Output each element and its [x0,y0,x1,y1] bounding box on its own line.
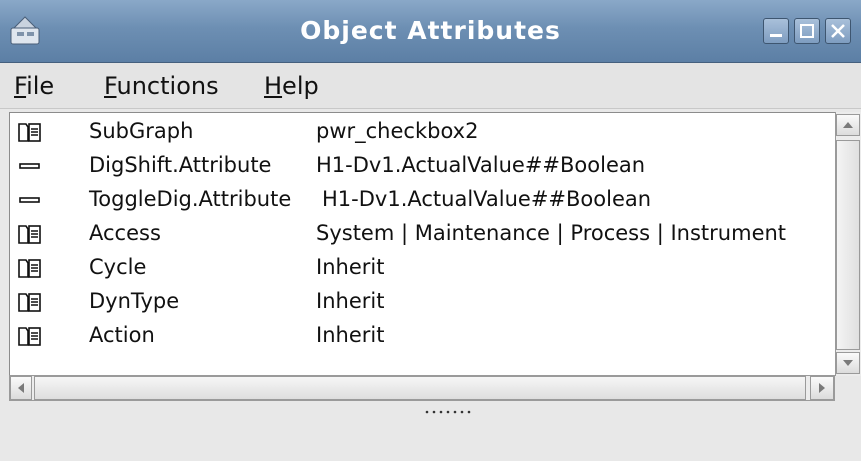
arrow-right-icon [819,383,825,393]
scroll-up-button[interactable] [836,114,860,136]
attribute-name: DynType [89,289,180,313]
attribute-name: Access [89,221,161,245]
scroll-down-button[interactable] [836,352,860,374]
attribute-value: Inherit [316,323,385,347]
close-icon [831,24,845,38]
list-item[interactable]: Access System | Maintenance | Process | … [10,217,825,251]
arrow-left-icon [18,383,24,393]
attribute-value: H1-Dv1.ActualValue##Boolean [316,153,646,177]
arrow-up-icon [843,122,853,128]
attribute-name: Action [89,323,155,347]
scroll-left-button[interactable] [10,376,32,400]
arrow-down-icon [843,360,853,366]
list-item[interactable]: DigShift.Attribute H1-Dv1.ActualValue##B… [10,149,825,183]
menu-bar: File Functions Help [0,63,861,109]
minimize-icon [770,34,782,37]
vertical-scrollbar[interactable] [835,112,861,376]
folder-icon [18,123,41,142]
title-bar[interactable]: Object Attributes [0,0,861,63]
close-button[interactable] [825,18,851,44]
maximize-button[interactable] [794,18,820,44]
attribute-value: Inherit [316,255,385,279]
list-item[interactable]: SubGraph pwr_checkbox2 [10,115,825,149]
minimize-button[interactable] [763,18,789,44]
pane-resize-grip[interactable] [424,409,474,415]
attribute-value: H1-Dv1.ActualValue##Boolean [322,187,652,211]
scroll-right-button[interactable] [810,376,834,400]
attribute-value: Inherit [316,289,385,313]
folder-icon [18,293,41,312]
dash-icon [19,197,40,203]
list-item[interactable]: Cycle Inherit [10,251,825,285]
bottom-pane [0,420,861,461]
menu-help[interactable]: Help [264,72,319,100]
horizontal-scrollbar[interactable] [9,375,835,401]
maximize-icon [800,24,814,38]
attribute-value: System | Maintenance | Process | Instrum… [316,221,787,245]
menu-file[interactable]: File [14,72,54,100]
vertical-scroll-thumb[interactable] [836,140,860,350]
attribute-name: Cycle [89,255,147,279]
window-title: Object Attributes [300,16,561,45]
folder-icon [18,225,41,244]
list-item[interactable]: DynType Inherit [10,285,825,319]
horizontal-scroll-thumb[interactable] [34,376,806,400]
dash-icon [19,163,40,169]
folder-icon [18,259,41,278]
attribute-name: SubGraph [89,119,194,143]
attribute-name: DigShift.Attribute [89,153,272,177]
menu-functions[interactable]: Functions [104,72,219,100]
attribute-value: pwr_checkbox2 [316,119,479,143]
list-item[interactable]: ToggleDig.Attribute H1-Dv1.ActualValue##… [10,183,825,217]
attribute-name: ToggleDig.Attribute [89,187,292,211]
list-item[interactable]: Action Inherit [10,319,825,353]
attribute-list[interactable]: SubGraph pwr_checkbox2 DigShift.Attribut… [9,112,836,376]
folder-icon [18,327,41,346]
